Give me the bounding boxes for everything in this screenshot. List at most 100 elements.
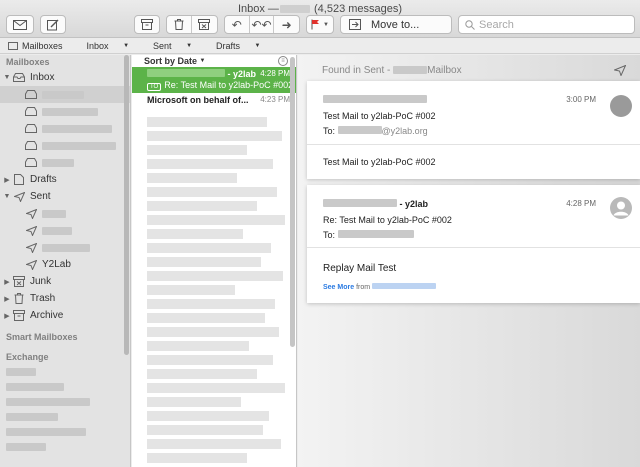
- chevron-down-icon: ▼: [186, 42, 193, 49]
- message-card-sent[interactable]: 3:00 PM Test Mail to y2lab-PoC #002 To: …: [307, 81, 640, 179]
- delete-button[interactable]: [167, 16, 192, 33]
- sidebar-item-label: Y2Lab: [42, 259, 71, 270]
- sidebar-section-exchange[interactable]: Exchange: [0, 350, 130, 364]
- paper-plane-icon: [24, 208, 38, 219]
- sidebar-item-sent[interactable]: ▼ Sent: [0, 188, 130, 205]
- reply-all-button[interactable]: ↶↶: [250, 16, 275, 33]
- message-list-scrollbar[interactable]: [290, 57, 295, 347]
- sidebar-toggle-icon: [8, 41, 18, 50]
- inbox-icon: [24, 90, 38, 100]
- disclosure-open-icon[interactable]: ▼: [2, 74, 12, 81]
- redacted-account: [393, 66, 428, 74]
- reply-icon: ↶: [231, 17, 242, 32]
- compose-button[interactable]: [40, 15, 66, 34]
- search-field[interactable]: Search: [458, 15, 635, 34]
- message-card-reply[interactable]: - y2lab 4:28 PM Re: Test Mail to y2lab-P…: [307, 185, 640, 303]
- disclosure-closed-icon[interactable]: ▶: [2, 295, 12, 303]
- filter-icon[interactable]: ≡: [278, 56, 288, 66]
- sidebar-item-trash[interactable]: ▶ Trash: [0, 290, 130, 307]
- sidebar-item-label: Archive: [30, 310, 64, 321]
- fav-sent-label: Sent: [153, 40, 172, 51]
- message-time: 4:23 PM: [260, 95, 290, 104]
- move-to-button[interactable]: Move to...: [340, 15, 452, 34]
- sidebar-item-inbox-account-4[interactable]: [0, 137, 130, 154]
- flag-dropdown[interactable]: ▼: [307, 16, 333, 33]
- flag-button[interactable]: ▼: [306, 15, 334, 34]
- message-time: 4:28 PM: [260, 69, 290, 78]
- flag-icon: [311, 19, 320, 30]
- divider: [307, 247, 640, 248]
- redacted-account: [279, 5, 310, 14]
- reply-button[interactable]: ↶: [225, 16, 250, 33]
- inbox-icon: [12, 73, 26, 83]
- chevron-down-icon: ▼: [254, 42, 261, 49]
- reply-group: ↶ ↶↶ ➜: [224, 15, 300, 34]
- sidebar-section-smart-mailboxes[interactable]: Smart Mailboxes: [0, 330, 130, 344]
- reply-all-icon: ↶↶: [251, 17, 272, 32]
- sidebar-item-inbox[interactable]: ▼ Inbox: [0, 69, 130, 86]
- card-subject: Re: Test Mail to y2lab-PoC #002: [323, 215, 452, 225]
- see-more-from: from: [356, 284, 371, 291]
- message-row-selected[interactable]: - y2lab 4:28 PM TO Re: Test Mail to y2lab…: [132, 67, 296, 93]
- archive-button[interactable]: [134, 15, 160, 34]
- disclosure-closed-icon[interactable]: ▶: [2, 312, 12, 320]
- trash-icon: [12, 293, 26, 304]
- sidebar-item-sent-account-1[interactable]: [0, 205, 130, 222]
- fav-mailboxes[interactable]: Mailboxes: [8, 41, 75, 51]
- junk-button[interactable]: [192, 16, 217, 33]
- disclosure-open-icon[interactable]: ▼: [2, 193, 12, 200]
- sidebar-item-inbox-account-1[interactable]: [0, 86, 130, 103]
- inbox-icon: [24, 124, 38, 134]
- fav-drafts-label: Drafts: [216, 40, 241, 51]
- card-time: 4:28 PM: [566, 199, 596, 208]
- fav-mailboxes-label: Mailboxes: [22, 40, 63, 51]
- archive-icon: [141, 19, 153, 30]
- paper-plane-icon: [24, 259, 38, 270]
- forward-button[interactable]: ➜: [274, 16, 299, 33]
- drafts-icon: [12, 174, 26, 185]
- recipient-domain: @y2lab.org: [381, 126, 428, 136]
- card-body: Replay Mail Test: [323, 263, 397, 274]
- sidebar: Mailboxes ▼ Inbox ▶ Drafts ▼ Sent Y2Lab …: [0, 55, 131, 467]
- chevron-down-icon: ▼: [323, 21, 329, 28]
- message-sender-suffix: - y2lab: [227, 69, 257, 79]
- fav-sent[interactable]: Sent ▼: [153, 41, 204, 51]
- trash-icon: [174, 19, 184, 30]
- see-more-row: See More from: [323, 283, 437, 291]
- sidebar-item-inbox-account-2[interactable]: [0, 103, 130, 120]
- sidebar-item-inbox-account-3[interactable]: [0, 120, 130, 137]
- redacted-account-name: [42, 209, 66, 218]
- disclosure-closed-icon[interactable]: ▶: [2, 176, 12, 184]
- card-sender: - y2lab: [323, 199, 428, 209]
- avatar-placeholder-icon: [610, 197, 632, 219]
- sidebar-item-inbox-account-5[interactable]: [0, 154, 130, 171]
- redacted-sender-link[interactable]: [372, 283, 437, 289]
- toolbar: Inbox — (4,523 messages) ↶ ↶↶ ➜ ▼ Move t…: [0, 0, 640, 38]
- sidebar-item-drafts[interactable]: ▶ Drafts: [0, 171, 130, 188]
- sidebar-item-sent-account-3[interactable]: [0, 239, 130, 256]
- sidebar-item-junk[interactable]: ▶ Junk: [0, 273, 130, 290]
- sidebar-item-archive[interactable]: ▶ Archive: [0, 307, 130, 324]
- sort-control[interactable]: Sort by Date ▼ ≡: [132, 55, 296, 67]
- see-more-link[interactable]: See More: [323, 284, 354, 291]
- sidebar-item-label: Drafts: [30, 174, 57, 185]
- inbox-icon: [24, 107, 38, 117]
- card-body: Test Mail to y2lab-PoC #002: [323, 157, 436, 167]
- to-badge: TO: [147, 83, 162, 91]
- inbox-icon: [24, 141, 38, 151]
- disclosure-closed-icon[interactable]: ▶: [2, 278, 12, 286]
- sidebar-item-sent-account-2[interactable]: [0, 222, 130, 239]
- junk-icon: [12, 276, 26, 287]
- archive-icon: [12, 310, 26, 321]
- sidebar-item-label: Sent: [30, 191, 51, 202]
- sidebar-item-sent-y2lab[interactable]: Y2Lab: [0, 256, 130, 273]
- fav-inbox[interactable]: Inbox ▼: [87, 41, 142, 51]
- sidebar-scrollbar[interactable]: [124, 55, 129, 355]
- forward-icon: ➜: [281, 17, 292, 32]
- get-mail-button[interactable]: [6, 15, 34, 34]
- redacted-account-name: [42, 158, 74, 167]
- message-row[interactable]: Microsoft on behalf of... 4:23 PM: [132, 93, 296, 113]
- fav-drafts[interactable]: Drafts ▼: [216, 41, 272, 51]
- window-title: Inbox — (4,523 messages): [237, 3, 403, 15]
- inbox-icon: [24, 158, 38, 168]
